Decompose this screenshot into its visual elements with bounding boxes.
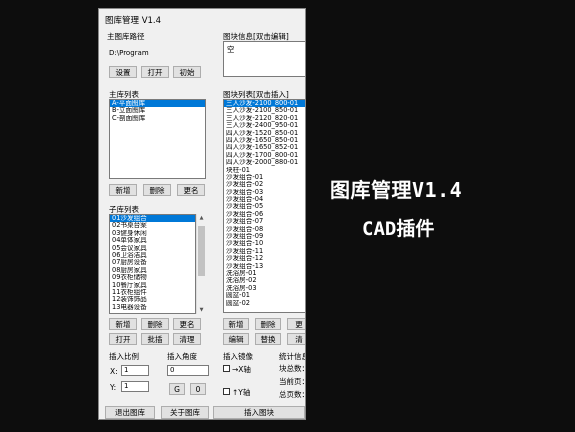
list-item[interactable]: 06卫浴洁具	[110, 252, 195, 259]
list-item[interactable]: 三人沙发-2400_950-01	[224, 122, 305, 129]
list-item[interactable]: 沙发组合-09	[224, 233, 305, 240]
exit-library-button[interactable]: 退出图库	[105, 406, 155, 419]
window-title: 图库管理 V1.4	[105, 16, 162, 26]
list-item[interactable]: 05会议家具	[110, 245, 195, 252]
sub-rename-button[interactable]: 更名	[173, 318, 201, 330]
insert-scale-label: 插入比例	[109, 352, 139, 361]
list-item[interactable]: 11衣柜组件	[110, 289, 195, 296]
mirror-y-checkbox[interactable]	[223, 388, 230, 395]
path-open-button[interactable]: 打开	[141, 66, 169, 78]
scale-x-input[interactable]: 1	[121, 365, 149, 376]
list-item[interactable]: 沙发组合-01	[224, 174, 305, 181]
list-item[interactable]: 沙发组合-03	[224, 189, 305, 196]
list-item[interactable]: 03健身休闲	[110, 230, 195, 237]
path-set-button[interactable]: 设置	[109, 66, 137, 78]
list-item[interactable]: 沙发组合-06	[224, 211, 305, 218]
list-item[interactable]: 09衣柜储物	[110, 274, 195, 281]
list-item[interactable]: 沙发组合-12	[224, 255, 305, 262]
list-item[interactable]: 沙发组合-10	[224, 240, 305, 247]
list-item[interactable]: C-剖面图库	[110, 115, 205, 122]
scale-x-label: X:	[110, 367, 118, 376]
scroll-up-icon[interactable]: ▲	[197, 214, 206, 222]
block-clean-button[interactable]: 清	[287, 333, 305, 345]
list-item[interactable]: 四人沙发-1520_850-01	[224, 130, 305, 137]
list-item[interactable]: 04单体家具	[110, 237, 195, 244]
insert-block-button[interactable]: 插入图块	[213, 406, 305, 419]
list-item[interactable]: 沙发组合-02	[224, 181, 305, 188]
list-item[interactable]: 08厨房家具	[110, 267, 195, 274]
list-item[interactable]: 洗浴房-01	[224, 270, 305, 277]
list-item[interactable]: 圆盆-02	[224, 300, 305, 307]
main-rename-button[interactable]: 更名	[177, 184, 205, 196]
sub-open-button[interactable]: 打开	[109, 333, 137, 345]
sub-delete-button[interactable]: 删除	[141, 318, 169, 330]
block-rename-button[interactable]: 更	[287, 318, 305, 330]
block-edit-button[interactable]: 编辑	[223, 333, 249, 345]
list-item[interactable]: B-立面图库	[110, 107, 205, 114]
list-item[interactable]: 沙发组合-07	[224, 218, 305, 225]
stats-label: 统计信息	[279, 352, 306, 361]
list-item[interactable]: 圆盆-01	[224, 292, 305, 299]
stats-current-page: 当前页：	[279, 377, 306, 386]
overlay-title: 图库管理V1.4	[330, 178, 463, 202]
mirror-x-checkbox[interactable]	[223, 365, 230, 372]
list-item[interactable]: 沙发组合-04	[224, 196, 305, 203]
sub-batch-insert-button[interactable]: 批插	[141, 333, 169, 345]
list-item[interactable]: 三人沙发-2120_820-01	[224, 115, 305, 122]
block-info-value: 空	[227, 45, 235, 54]
list-item[interactable]: A-平面图库	[110, 100, 205, 108]
block-info-textarea[interactable]: 空	[223, 41, 305, 77]
sub-list-scroll-thumb[interactable]	[198, 226, 205, 276]
mirror-y-label: ↑Y轴	[232, 388, 251, 397]
list-item[interactable]: 三人沙发-2100_800-01	[224, 100, 305, 108]
path-init-button[interactable]: 初始	[173, 66, 201, 78]
sub-list-scrollbar[interactable]: ▲ ▼	[196, 214, 206, 314]
scroll-down-icon[interactable]: ▼	[197, 306, 206, 314]
block-replace-button[interactable]: 替换	[255, 333, 281, 345]
block-add-button[interactable]: 新增	[223, 318, 249, 330]
app-window: 图库管理 V1.4 主图库路径 D:\Program 设置 打开 初始 图块信息…	[98, 8, 306, 420]
list-item[interactable]: 10餐厅家具	[110, 282, 195, 289]
block-list-box[interactable]: 三人沙发-2100_800-01 三人沙发-2100_850-01 三人沙发-212…	[223, 99, 305, 313]
scale-y-label: Y:	[110, 383, 117, 392]
main-delete-button[interactable]: 删除	[143, 184, 171, 196]
stats-total-pages: 总页数：	[279, 390, 306, 399]
list-item[interactable]: 沙发组合-13	[224, 263, 305, 270]
list-item[interactable]: 三人沙发-2100_850-01	[224, 107, 305, 114]
list-item[interactable]: 沙发组合-11	[224, 248, 305, 255]
about-library-button[interactable]: 关于图库	[161, 406, 209, 419]
list-item[interactable]: 07厨房设备	[110, 259, 195, 266]
main-add-button[interactable]: 新增	[109, 184, 137, 196]
mirror-x-label: →X轴	[232, 365, 251, 374]
stats-total-blocks: 块总数：	[279, 364, 306, 373]
list-item[interactable]: 01沙发组合	[110, 215, 195, 223]
list-item[interactable]: 四人沙发-1700_800-01	[224, 152, 305, 159]
sub-clean-button[interactable]: 清理	[173, 333, 201, 345]
list-item[interactable]: 四人沙发-1650_852-01	[224, 144, 305, 151]
sub-add-button[interactable]: 新增	[109, 318, 137, 330]
list-item[interactable]: 洗浴房-03	[224, 285, 305, 292]
block-delete-button[interactable]: 删除	[255, 318, 281, 330]
list-item[interactable]: 02书桌台案	[110, 222, 195, 229]
list-item[interactable]: 块柱-01	[224, 167, 305, 174]
list-item[interactable]: 四人沙发-1650_850-01	[224, 137, 305, 144]
list-item[interactable]: 12装饰饰品	[110, 296, 195, 303]
sub-list-box[interactable]: 01沙发组合 02书桌台案 03健身休闲 04单体家具 05会议家具 06卫浴洁具 07厨房…	[109, 214, 196, 314]
list-item[interactable]: 四人沙发-2000_880-01	[224, 159, 305, 166]
overlay-background	[306, 8, 575, 428]
angle-zero-button[interactable]: 0	[190, 383, 206, 395]
scale-y-input[interactable]: 1	[121, 381, 149, 392]
main-list-box[interactable]: A-平面图库 B-立面图库 C-剖面图库	[109, 99, 206, 179]
list-item[interactable]: 13电器设备	[110, 304, 195, 311]
angle-get-button[interactable]: G	[169, 383, 185, 395]
main-path-value: D:\Program	[109, 49, 149, 57]
list-item[interactable]: 沙发组合-08	[224, 226, 305, 233]
angle-input[interactable]: 0	[167, 365, 209, 376]
overlay-subtitle: CAD插件	[362, 218, 435, 240]
main-path-label: 主图库路径	[107, 32, 145, 41]
list-item[interactable]: 沙发组合-05	[224, 203, 305, 210]
insert-mirror-label: 插入镜像	[223, 352, 253, 361]
list-item[interactable]: 洗浴房-02	[224, 277, 305, 284]
insert-angle-label: 插入角度	[167, 352, 197, 361]
